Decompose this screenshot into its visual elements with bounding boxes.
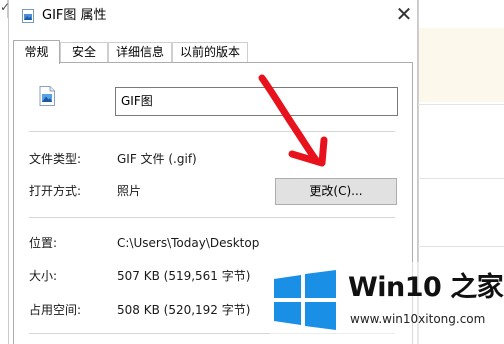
open-with-value: 照片: [117, 184, 142, 198]
file-type-label: 文件类型:: [29, 152, 82, 166]
watermark-url: www.win10xitong.com: [350, 312, 486, 326]
background-divider: [418, 246, 504, 247]
change-button[interactable]: 更改(C)...: [275, 178, 397, 205]
disk-size-value: 508 KB (520,192 字节): [117, 303, 251, 317]
tab-details[interactable]: 详细信息: [108, 42, 172, 62]
title-bar: GIF图 属性 ✕: [9, 0, 417, 32]
location-value: C:\Users\Today\Desktop: [117, 236, 260, 250]
dialog-title: GIF图 属性: [42, 8, 107, 23]
close-icon: ✕: [395, 2, 413, 26]
background-window-edge: ✓: [0, 0, 10, 18]
file-type-value: GIF 文件 (.gif): [117, 152, 197, 166]
open-with-label: 打开方式:: [29, 184, 82, 198]
tab-security[interactable]: 安全: [60, 42, 108, 62]
image-file-icon: [22, 9, 34, 23]
divider: [29, 217, 395, 218]
background-divider: [418, 178, 504, 179]
tab-previous-versions[interactable]: 以前的版本: [172, 42, 248, 62]
watermark-title: Win10 之家: [348, 272, 504, 303]
tab-general[interactable]: 常规: [13, 40, 60, 64]
divider: [29, 131, 395, 132]
background-divider: [418, 104, 504, 105]
file-name-field[interactable]: GIF图: [115, 87, 398, 116]
location-label: 位置:: [29, 236, 58, 250]
image-file-icon: [39, 86, 55, 106]
background-selection-band: [419, 28, 504, 102]
size-value: 507 KB (519,561 字节): [117, 269, 251, 283]
size-label: 大小:: [29, 269, 58, 283]
windows-logo-icon: [274, 270, 336, 330]
disk-size-label: 占用空间:: [29, 303, 82, 317]
close-button[interactable]: ✕: [389, 2, 419, 28]
